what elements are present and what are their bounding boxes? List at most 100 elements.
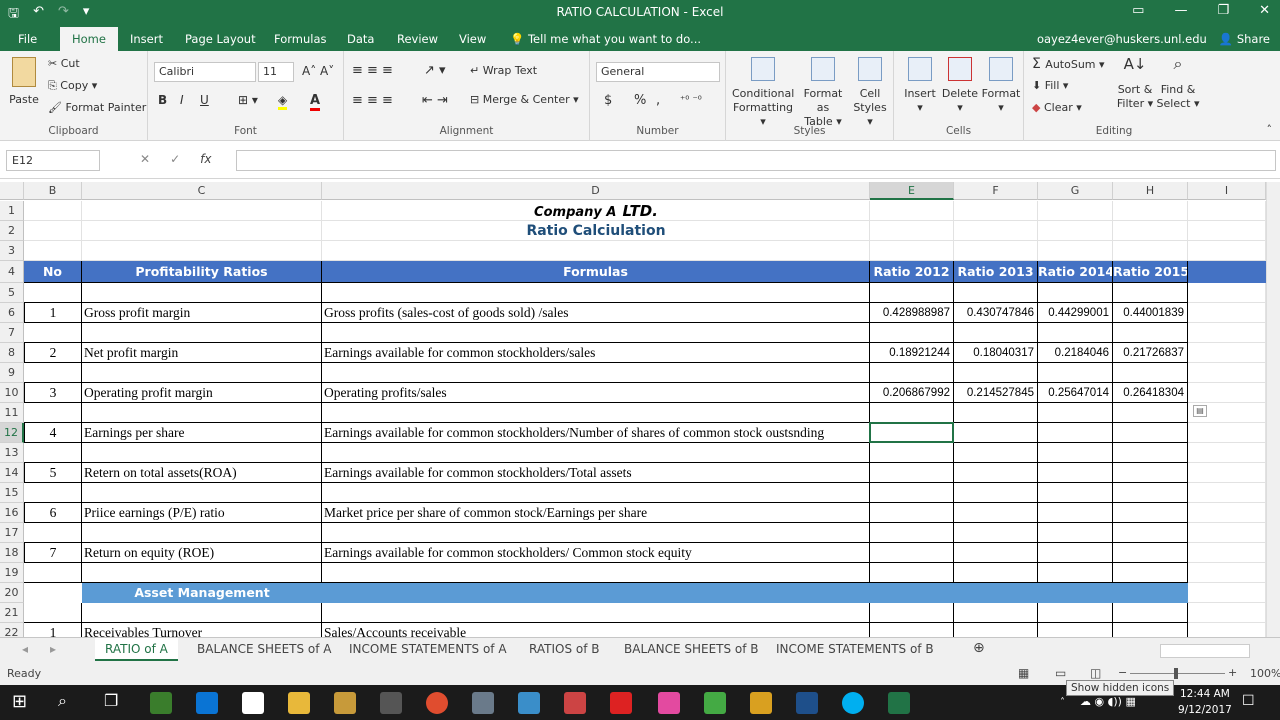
grid-cell[interactable] (1188, 623, 1266, 637)
section-fill[interactable] (1113, 583, 1188, 603)
cell-ratio-2013[interactable]: 0.214527845 (954, 383, 1038, 403)
grid-cell[interactable] (82, 283, 322, 303)
header-blank[interactable] (1188, 261, 1266, 283)
cell-ratio-2014[interactable]: 0.44299001 (1038, 303, 1113, 323)
grid-cell[interactable] (870, 201, 954, 221)
vertical-align-icon[interactable]: ≡ ≡ ≡ (352, 63, 393, 78)
grid-cell[interactable] (82, 403, 322, 423)
grid-cell[interactable] (1188, 603, 1266, 623)
cell-ratio-name[interactable]: Return on equity (ROE) (82, 543, 322, 563)
cell-formula[interactable]: Earnings available for common stockholde… (322, 543, 870, 563)
sheet-tab-balance-a[interactable]: BALANCE SHEETS of A (197, 642, 332, 656)
grid-cell[interactable] (24, 523, 82, 543)
cell-ratio-name[interactable]: Priice earnings (P/E) ratio (82, 503, 322, 523)
cut-button[interactable]: ✂ Cut (48, 57, 80, 70)
cell-ratio-2015[interactable]: 0.26418304 (1113, 383, 1188, 403)
grid-cell[interactable] (1038, 403, 1113, 423)
search-icon[interactable]: ⌕ (58, 691, 67, 711)
chrome-icon[interactable] (426, 692, 448, 714)
font-grow-icon[interactable]: A˄ A˅ (302, 64, 334, 78)
app-icon-3[interactable] (380, 692, 402, 714)
row-header-7[interactable]: 7 (0, 323, 24, 343)
number-format-select[interactable]: General (596, 62, 720, 82)
grid-cell[interactable] (1188, 543, 1266, 563)
grid-cell[interactable] (1188, 463, 1266, 483)
grid-cell[interactable] (1188, 363, 1266, 383)
vertical-scrollbar[interactable] (1266, 182, 1280, 637)
grid-cell[interactable] (954, 483, 1038, 503)
cell-ratio-2015[interactable] (1113, 543, 1188, 563)
cell-ratio-2014[interactable]: 0.2184046 (1038, 343, 1113, 363)
grid-cell[interactable] (322, 563, 870, 583)
edge-icon[interactable] (196, 692, 218, 714)
cell-no[interactable]: 6 (24, 503, 82, 523)
grid-cell[interactable] (954, 201, 1038, 221)
row-header-3[interactable]: 3 (0, 241, 24, 261)
sheet-subtitle[interactable]: Ratio Calciulation (322, 221, 870, 241)
format-as-table-button[interactable]: Format as Table ▾ (796, 57, 850, 129)
section-blank[interactable] (24, 583, 82, 603)
cell-no[interactable]: 5 (24, 463, 82, 483)
grid-cell[interactable] (1188, 241, 1266, 261)
grid-cell[interactable] (1038, 443, 1113, 463)
clear-button[interactable]: ◆ Clear ▾ (1032, 101, 1082, 114)
cell-formula[interactable]: Earnings available for common stockholde… (322, 343, 870, 363)
tab-data[interactable]: Data (347, 32, 374, 46)
tab-home[interactable]: Home (60, 27, 118, 51)
app-icon-6[interactable] (610, 692, 632, 714)
grid-cell[interactable] (1038, 241, 1113, 261)
paste-button[interactable]: Paste (6, 57, 42, 107)
grid-cell[interactable] (1038, 483, 1113, 503)
zoom-in-icon[interactable]: + (1228, 666, 1237, 679)
grid-cell[interactable] (1038, 201, 1113, 221)
grid-cell[interactable] (954, 523, 1038, 543)
merge-center-button[interactable]: ⊟ Merge & Center ▾ (470, 93, 579, 106)
grid-cell[interactable] (870, 603, 954, 623)
conditional-formatting-button[interactable]: Conditional Formatting ▾ (732, 57, 794, 129)
grid-cell[interactable] (1113, 563, 1188, 583)
cell-ratio-name[interactable]: Receivables Turnover (82, 623, 322, 637)
grid-cell[interactable] (870, 623, 954, 637)
minimize-icon[interactable]: — (1174, 3, 1187, 18)
grid-cell[interactable] (24, 201, 82, 221)
grid-cell[interactable] (322, 241, 870, 261)
grid-cell[interactable] (1188, 483, 1266, 503)
tab-file[interactable]: File (18, 32, 37, 46)
grid-cell[interactable] (1038, 363, 1113, 383)
header-ratio[interactable]: Profitability Ratios (82, 261, 322, 283)
cell-formula[interactable]: Market price per share of common stock/E… (322, 503, 870, 523)
sheet-tab-ratio-a[interactable]: RATIO of A (95, 638, 178, 661)
cell-no[interactable]: 2 (24, 343, 82, 363)
grid-cell[interactable] (24, 563, 82, 583)
row-header-4[interactable]: 4 (0, 261, 24, 283)
row-header-21[interactable]: 21 (0, 603, 24, 623)
grid-cell[interactable] (24, 283, 82, 303)
user-account[interactable]: oayez4ever@huskers.unl.edu (1037, 32, 1207, 46)
format-cells-button[interactable]: Format ▾ (980, 57, 1022, 115)
app-icon-2[interactable] (334, 692, 356, 714)
cell-ratio-2015[interactable] (1113, 463, 1188, 483)
clock-time[interactable]: 12:44 AM (1180, 688, 1230, 700)
grid-cell[interactable] (1038, 323, 1113, 343)
borders-icon[interactable]: ⊞ ▾ (238, 93, 258, 107)
cell-ratio-2015[interactable]: 0.44001839 (1113, 303, 1188, 323)
app-icon-4[interactable] (518, 692, 540, 714)
row-header-12[interactable]: 12 (0, 423, 24, 443)
currency-button[interactable]: $ (604, 93, 612, 108)
tab-page-layout[interactable]: Page Layout (185, 32, 256, 46)
section-fill[interactable] (322, 583, 870, 603)
cell-ratio-2013[interactable] (954, 463, 1038, 483)
cell-ratio-name[interactable]: Gross profit margin (82, 303, 322, 323)
action-center-icon[interactable]: ☐ (1242, 693, 1255, 709)
grid-cell[interactable] (1188, 443, 1266, 463)
header-y2014[interactable]: Ratio 2014 (1038, 261, 1113, 283)
excel-taskbar-icon[interactable] (888, 692, 910, 714)
show-hidden-icons-icon[interactable]: ˄ (1060, 697, 1065, 708)
grid-cell[interactable] (1113, 523, 1188, 543)
grid-cell[interactable] (82, 323, 322, 343)
grid-cell[interactable] (1188, 423, 1266, 443)
new-sheet-icon[interactable]: ⊕ (973, 640, 985, 656)
header-no[interactable]: No (24, 261, 82, 283)
cell-ratio-2012[interactable] (870, 463, 954, 483)
amazon-icon[interactable] (242, 692, 264, 714)
